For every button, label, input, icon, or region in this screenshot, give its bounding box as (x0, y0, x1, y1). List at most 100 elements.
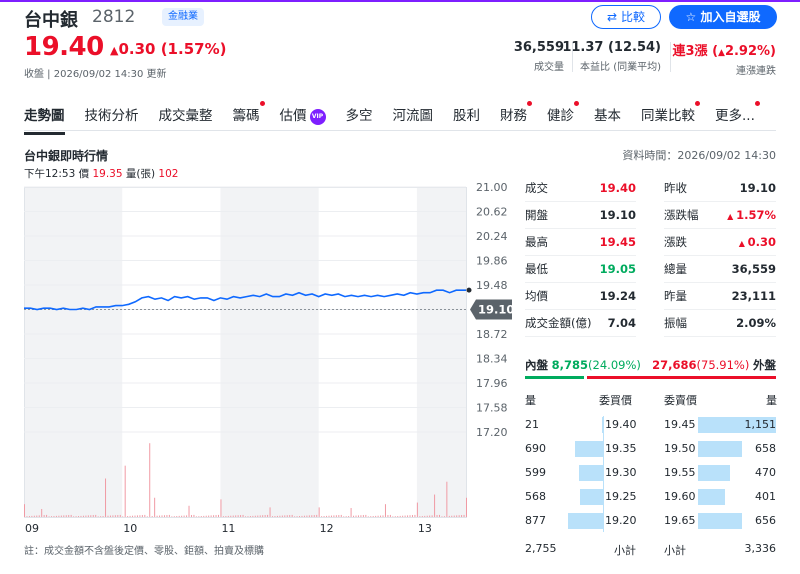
volume-bar (340, 514, 342, 517)
tab-12[interactable]: 更多... (715, 101, 760, 128)
ask-total-label: 小計 (664, 544, 686, 557)
tab-9[interactable]: 健診 (547, 101, 579, 128)
add-watchlist-button[interactable]: ☆ 加入自選股 (669, 5, 777, 29)
market-status: 收盤 | 2026/09/02 14:30 更新 (24, 69, 167, 80)
tab-bar: 走勢圖 技術分析 成交彙整 籌碼 估價 VIP 多空 河流圖 股利 財務 健診 基本 同業比較 更多... (24, 101, 775, 135)
sector-badge[interactable]: 金融業 (162, 8, 204, 26)
streak-text: 連3漲 ( (672, 44, 719, 59)
bid-total: 2,755 (525, 542, 557, 555)
bid-volume: 568 (525, 490, 546, 503)
volume-bar (399, 515, 401, 517)
volume-bar (151, 516, 153, 517)
bid-price[interactable]: 19.25 (605, 488, 637, 506)
volume-bar (438, 514, 440, 517)
top-accent-line (0, 0, 800, 2)
bid-price-header: 委買價 (599, 394, 632, 407)
volume-bar (321, 516, 323, 517)
volume-bar (267, 514, 269, 517)
bid-price[interactable]: 19.40 (605, 416, 637, 434)
tab-8[interactable]: 財務 (500, 101, 532, 128)
volume-bar (375, 515, 377, 517)
tab-3[interactable]: 籌碼 (233, 101, 265, 128)
tab-label: 估價 (279, 108, 307, 124)
volume-bar (171, 516, 173, 517)
compare-label: 比較 (620, 10, 645, 24)
tab-7[interactable]: 股利 (453, 104, 480, 128)
tick-price: 19.35 (92, 168, 123, 180)
notification-dot-icon (259, 101, 265, 106)
volume-bar (55, 515, 57, 517)
tab-6[interactable]: 河流圖 (393, 104, 434, 128)
bid-price[interactable]: 19.30 (605, 464, 637, 482)
quote-label: 漲跌幅 (664, 208, 699, 222)
quote-value-text: 36,559 (731, 262, 776, 276)
volume-bar (193, 514, 195, 517)
ask-volume: 656 (755, 514, 776, 527)
quote-label: 昨量 (664, 289, 687, 303)
volume-bar (36, 515, 38, 517)
tab-label: 河流圖 (392, 108, 434, 124)
volume-bar (107, 515, 109, 517)
volume-bar (303, 515, 305, 517)
tab-1[interactable]: 技術分析 (85, 104, 139, 128)
quote-row-right: 昨量 23,111 (664, 284, 776, 308)
volume-bar (272, 516, 274, 517)
volume-bar (387, 515, 389, 517)
stat-divider (670, 42, 671, 72)
volume-bar (338, 515, 340, 517)
quote-value-text: 19.10 (739, 181, 776, 195)
volume-bar (276, 515, 278, 517)
row-divider (664, 336, 776, 337)
tab-4[interactable]: 估價 VIP (280, 104, 326, 128)
ask-price[interactable]: 19.50 (664, 440, 696, 458)
tab-10[interactable]: 基本 (594, 104, 621, 128)
tab-11[interactable]: 同業比較 (641, 101, 700, 128)
outer-pct: (75.91%) (696, 358, 750, 372)
volume-bar (429, 515, 431, 517)
volume-bar (389, 514, 391, 517)
bid-price[interactable]: 19.20 (605, 512, 637, 530)
ask-price[interactable]: 19.55 (664, 464, 696, 482)
volume-bar (97, 516, 99, 517)
volume-bar (419, 516, 421, 517)
volume-bar (24, 504, 25, 517)
compare-button[interactable]: ⇄ 比較 (591, 5, 661, 29)
volume-bar (350, 508, 352, 517)
ask-volume: 658 (755, 442, 776, 455)
vip-badge-icon: VIP (309, 109, 326, 125)
bid-price[interactable]: 19.35 (605, 440, 637, 458)
volume-bar (431, 515, 433, 517)
ask-volume-bar (698, 465, 730, 481)
volume-bar (259, 515, 261, 517)
tab-2[interactable]: 成交彙整 (159, 104, 213, 128)
volume-bar (173, 516, 175, 517)
bid-volume: 690 (525, 442, 546, 455)
stat-streak: 連3漲 (▲2.92%) 連漲連跌 (673, 40, 776, 77)
volume-bar (436, 515, 438, 517)
quote-row-right: 昨收 19.10 (664, 176, 776, 200)
intraday-chart[interactable]: 21.00 20.62 20.24 19.86 19.48 19.10 18.72 18.34… (24, 180, 514, 535)
quote-label: 開盤 (525, 208, 548, 222)
volume-bar (242, 514, 244, 517)
row-divider (525, 228, 636, 229)
y-tick-label: 20.24 (476, 230, 508, 243)
volume-bar (195, 516, 197, 517)
ask-price[interactable]: 19.60 (664, 488, 696, 506)
volume-bar (146, 516, 148, 517)
ask-price[interactable]: 19.65 (664, 512, 696, 530)
quote-value: 7.04 (607, 316, 636, 330)
tab-label: 同業比較 (641, 108, 695, 124)
current-price: 19.40 (24, 32, 104, 62)
ask-price[interactable]: 19.45 (664, 416, 696, 434)
chart-footnote: 註：成交金額不含盤後定價、零股、鉅額、拍賣及標購 (24, 546, 264, 557)
y-tick-label: 17.58 (476, 402, 508, 415)
tab-5[interactable]: 多空 (346, 104, 373, 128)
tab-0[interactable]: 走勢圖 (24, 104, 65, 135)
volume-bar (370, 516, 372, 517)
volume-bar (355, 515, 357, 517)
volume-bar (38, 515, 40, 517)
volume-bar (159, 515, 161, 517)
tab-label: 財務 (500, 108, 527, 124)
volume-bar (343, 516, 345, 517)
y-tick-label: 19.48 (476, 279, 508, 292)
